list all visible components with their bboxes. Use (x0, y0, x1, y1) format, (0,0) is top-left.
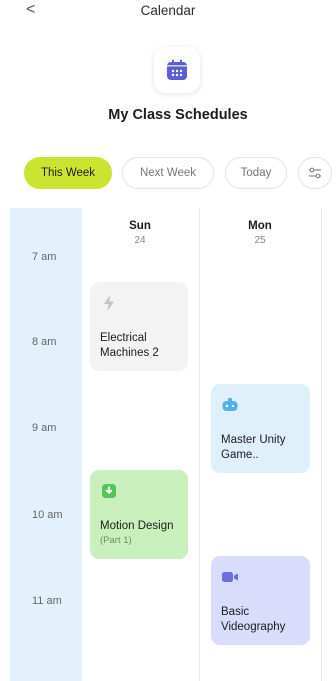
time-label-8am: 8 am (32, 336, 57, 348)
screen-title: Calendar (140, 3, 196, 18)
time-label-9am: 9 am (32, 422, 57, 434)
time-label-7am: 7 am (32, 251, 57, 263)
download-icon (102, 484, 116, 498)
filter-icon (309, 167, 321, 179)
day-date: 24 (134, 235, 146, 246)
time-label-11am: 11 am (32, 595, 62, 607)
day-separator (321, 208, 322, 681)
video-camera-icon (222, 572, 238, 582)
lightning-icon (104, 295, 114, 311)
event-subtitle: (Part 1) (100, 535, 132, 546)
day-date: 25 (254, 235, 266, 246)
event-card-motion-design[interactable]: Motion Design (Part 1) (90, 470, 188, 559)
day-header-mon[interactable]: Mon 25 (210, 220, 310, 246)
day-header-sun[interactable]: Sun 24 (90, 220, 190, 246)
schedule-grid: 7 am 8 am 9 am 10 am 11 am Sun 24 Mon 25… (0, 208, 336, 681)
today-chip[interactable]: Today (225, 157, 287, 189)
top-bar: < Calendar (0, 0, 336, 24)
calendar-glyph-icon (167, 59, 187, 80)
page-title: My Class Schedules (108, 107, 248, 123)
day-name: Mon (248, 220, 272, 232)
this-week-chip[interactable]: This Week (24, 157, 112, 189)
event-card-electrical-machines[interactable]: Electrical Machines 2 (90, 282, 188, 371)
event-title: Basic Videography (221, 606, 286, 633)
event-card-basic-videography[interactable]: Basic Videography (211, 556, 310, 645)
event-title: Electrical Machines 2 (100, 332, 159, 359)
next-week-chip[interactable]: Next Week (122, 157, 214, 189)
filter-button[interactable] (298, 157, 332, 189)
gamepad-icon (222, 398, 238, 411)
event-card-master-unity[interactable]: Master Unity Game.. (211, 384, 310, 473)
time-label-10am: 10 am (32, 509, 63, 521)
event-title: Master Unity Game.. (221, 434, 286, 461)
day-name: Sun (129, 220, 151, 232)
calendar-icon (154, 47, 200, 93)
event-title: Motion Design (100, 520, 174, 532)
day-separator (199, 208, 200, 681)
time-column: 7 am 8 am 9 am 10 am 11 am (10, 208, 82, 681)
